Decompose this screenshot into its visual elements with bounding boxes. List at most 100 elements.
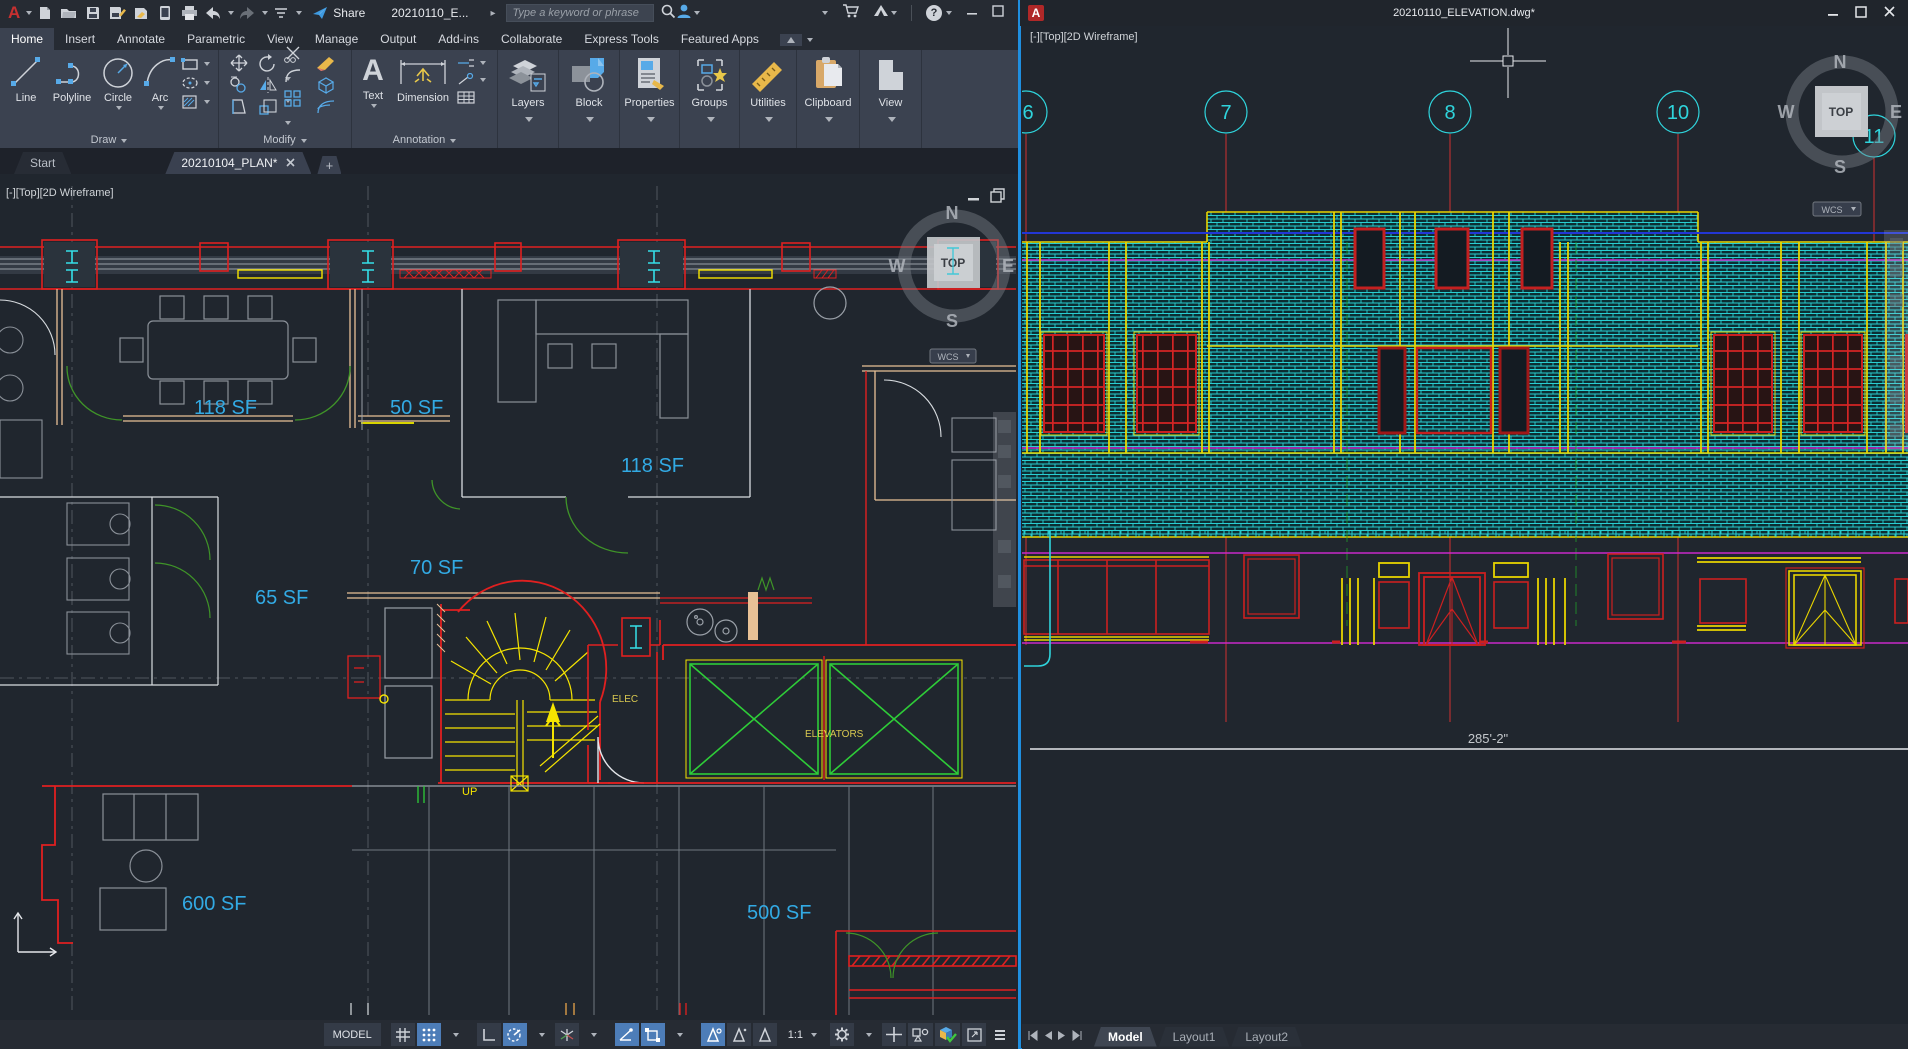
model-space-button[interactable]: MODEL [324, 1023, 381, 1046]
layout-tab-layout1[interactable]: Layout1 [1159, 1027, 1230, 1047]
ellipse-tool[interactable] [180, 75, 210, 91]
clean-screen-button[interactable] [962, 1023, 986, 1046]
share-button[interactable]: Share [312, 6, 365, 20]
mobile-device-icon[interactable] [154, 3, 176, 23]
workspace-gear-button[interactable] [830, 1023, 854, 1046]
arc-tool[interactable]: Arc [142, 54, 178, 110]
panel-view[interactable]: View [860, 50, 922, 148]
overflow-chevron-icon[interactable] [822, 11, 828, 15]
autocad-logo[interactable]: A [4, 3, 22, 23]
tab-annotate[interactable]: Annotate [106, 28, 176, 50]
move-tool[interactable] [229, 54, 249, 77]
workspace-chevron-icon[interactable] [296, 11, 302, 15]
annotation-visibility-button[interactable] [701, 1023, 725, 1046]
object-snap-button[interactable] [641, 1023, 665, 1046]
redo-icon[interactable] [236, 3, 258, 23]
rotate-tool[interactable] [258, 54, 278, 77]
right-navbar[interactable] [1884, 230, 1908, 450]
snap-chevron-icon[interactable] [443, 1023, 467, 1046]
stretch-tool[interactable] [229, 98, 249, 121]
clipboard-chevron-icon[interactable] [825, 117, 833, 122]
layers-chevron-icon[interactable] [525, 117, 533, 122]
help-icon[interactable]: ? [926, 5, 942, 21]
hatch-chevron-icon[interactable] [204, 100, 210, 104]
tab-add-ins[interactable]: Add-ins [427, 28, 490, 50]
draw-panel-label[interactable]: Draw [0, 134, 218, 146]
text-tool[interactable]: AText [356, 54, 390, 108]
open-folder-icon[interactable] [58, 3, 80, 23]
circle-tool[interactable]: Circle [96, 54, 140, 110]
autodesk-account-icon[interactable] [873, 4, 889, 22]
app-store-cart-icon[interactable] [842, 3, 859, 23]
graphics-performance-button[interactable] [935, 1023, 960, 1046]
plot-icon[interactable] [130, 3, 152, 23]
osnap-chevron-icon[interactable] [667, 1023, 691, 1046]
file-tab-plan[interactable]: 20210104_PLAN* [165, 152, 311, 174]
right-close-button[interactable] [1883, 5, 1896, 21]
save-as-icon[interactable] [106, 3, 128, 23]
search-icon[interactable] [660, 3, 676, 24]
tab-collaborate[interactable]: Collaborate [490, 28, 573, 50]
modify-panel-label[interactable]: Modify [219, 134, 351, 146]
mirror-tool[interactable] [258, 76, 278, 99]
left-drawing-area[interactable]: 118 SF 50 SF 118 SF 70 SF 65 SF 600 SF 5… [0, 174, 1018, 1049]
rectangle-chevron-icon[interactable] [204, 62, 210, 66]
first-layout-icon[interactable] [1026, 1028, 1039, 1046]
block-chevron-icon[interactable] [586, 117, 594, 122]
minimize-button[interactable] [966, 4, 978, 22]
panel-clipboard[interactable]: Clipboard [797, 50, 860, 148]
array-chevron-icon[interactable] [285, 121, 291, 125]
next-layout-icon[interactable] [1057, 1028, 1067, 1046]
isodraft-chevron-icon[interactable] [581, 1023, 605, 1046]
ellipse-chevron-icon[interactable] [204, 81, 210, 85]
right-maximize-button[interactable] [1855, 6, 1867, 21]
prev-layout-icon[interactable] [1043, 1028, 1053, 1046]
polar-tracking-button[interactable] [503, 1023, 527, 1046]
snap-mode-button[interactable] [417, 1023, 441, 1046]
right-viewcube[interactable]: N W E S TOP WCS [1778, 52, 1903, 216]
tab-home[interactable]: Home [0, 28, 54, 50]
polar-chevron-icon[interactable] [529, 1023, 553, 1046]
explode-tool[interactable] [315, 76, 337, 99]
panel-layers[interactable]: Layers [498, 50, 559, 148]
view-chevron-icon[interactable] [888, 117, 896, 122]
ortho-mode-button[interactable] [477, 1023, 501, 1046]
grid-display-button[interactable] [391, 1023, 415, 1046]
undo-history-chevron-icon[interactable] [228, 11, 234, 15]
utilities-chevron-icon[interactable] [765, 117, 773, 122]
right-titlebar[interactable]: A 20210110_ELEVATION.dwg* [1020, 0, 1908, 26]
scale-value-button[interactable]: 1:1 [779, 1023, 820, 1046]
arc-chevron-icon[interactable] [158, 106, 164, 110]
last-layout-icon[interactable] [1071, 1028, 1084, 1046]
copy-tool[interactable] [228, 76, 250, 99]
customization-menu-button[interactable] [988, 1023, 1012, 1046]
user-menu-chevron-icon[interactable] [694, 11, 700, 15]
app-menu-chevron-icon[interactable] [26, 11, 32, 15]
dimension-tool[interactable]: Dimension [392, 54, 454, 104]
panel-properties[interactable]: Properties [620, 50, 680, 148]
autodesk-chevron-icon[interactable] [891, 11, 897, 15]
line-tool[interactable]: Line [4, 54, 48, 104]
multileader-tool[interactable] [456, 73, 486, 87]
leader-tool[interactable] [456, 56, 486, 70]
close-tab-icon[interactable] [286, 156, 295, 170]
sign-in-user-icon[interactable] [676, 3, 692, 24]
tab-parametric[interactable]: Parametric [176, 28, 256, 50]
left-wcs-selector[interactable]: WCS [930, 349, 976, 363]
panel-groups[interactable]: Groups [680, 50, 740, 148]
right-wcs-selector[interactable]: WCS [1813, 202, 1861, 216]
tab-insert[interactable]: Insert [54, 28, 106, 50]
tab-output[interactable]: Output [369, 28, 427, 50]
left-navbar[interactable] [993, 412, 1016, 607]
groups-chevron-icon[interactable] [707, 117, 715, 122]
annotation-panel-label[interactable]: Annotation [352, 134, 497, 146]
annotation-scale-icon[interactable] [753, 1023, 777, 1046]
isodraft-button[interactable] [555, 1023, 579, 1046]
circle-chevron-icon[interactable] [116, 106, 122, 110]
layout-tab-layout2[interactable]: Layout2 [1231, 1027, 1302, 1047]
layout-tab-model[interactable]: Model [1094, 1027, 1157, 1047]
isolate-objects-button[interactable] [908, 1023, 933, 1046]
ribbon-collapse-chevron-icon[interactable] [807, 38, 813, 42]
text-chevron-icon[interactable] [371, 104, 377, 108]
erase-tool[interactable] [314, 54, 338, 77]
